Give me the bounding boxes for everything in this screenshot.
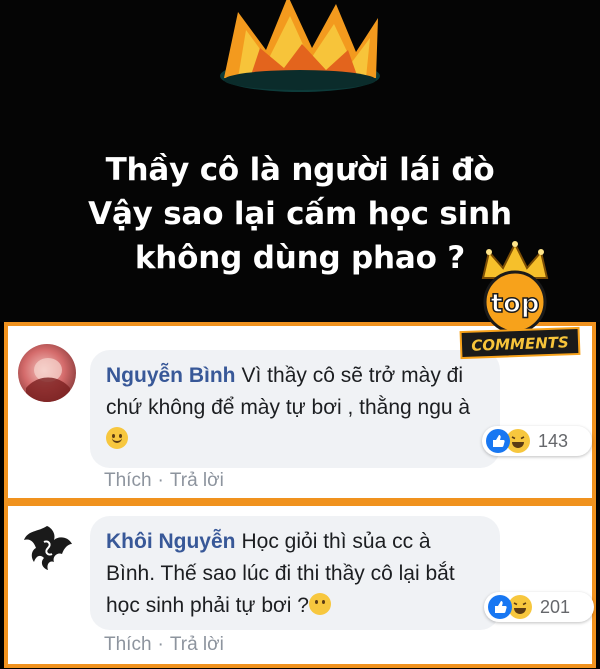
comment-actions: Thích · Trả lời	[104, 470, 224, 492]
badge-top-text: top	[491, 289, 540, 319]
headline-line-2: Vậy sao lại cấm học sinh	[88, 196, 512, 232]
comment-author[interactable]: Nguyễn Bình	[106, 364, 236, 387]
dragon-emblem-icon	[24, 526, 72, 570]
avatar[interactable]	[18, 344, 76, 402]
action-separator: ·	[157, 634, 164, 655]
like-reaction-icon	[488, 595, 512, 619]
reply-link[interactable]: Trả lời	[170, 470, 224, 492]
slightly-smiling-face-icon	[106, 427, 128, 449]
badge-comments-text: COMMENTS	[471, 333, 569, 354]
action-separator: ·	[157, 470, 164, 491]
comment-actions: Thích · Trả lời	[104, 634, 224, 656]
like-link[interactable]: Thích	[104, 470, 152, 492]
comment-bubble: Nguyễn Bình Vì thầy cô sẽ trở mày đi chứ …	[90, 350, 500, 468]
headline-line-1: Thầy cô là người lái đò	[105, 152, 495, 188]
crown-logo	[220, 0, 380, 92]
top-comments-badge: top COMMENTS	[459, 241, 581, 360]
reaction-count: 143	[538, 430, 569, 451]
neutral-face-icon	[308, 593, 331, 615]
comment-bubble: Khôi Nguyễn Học giỏi thì sủa cc à Bình. T…	[90, 516, 500, 630]
reply-link[interactable]: Trả lời	[170, 634, 224, 656]
reaction-count: 201	[540, 596, 571, 617]
like-reaction-icon	[486, 429, 510, 453]
reaction-summary[interactable]: 143	[482, 426, 592, 456]
comment-author[interactable]: Khôi Nguyễn	[106, 530, 236, 553]
like-link[interactable]: Thích	[104, 634, 152, 656]
avatar[interactable]	[18, 518, 76, 576]
reaction-summary[interactable]: 201	[484, 592, 594, 622]
avatar-photo-icon	[26, 358, 70, 402]
comment-card: Khôi Nguyễn Học giỏi thì sủa cc à Bình. T…	[4, 502, 596, 668]
